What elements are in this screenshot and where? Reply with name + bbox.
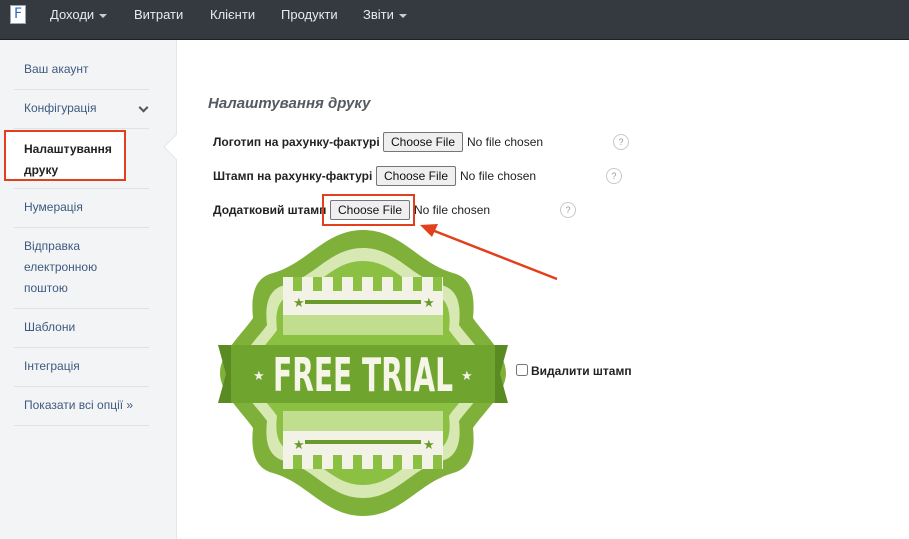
logo-choose-file-button[interactable]: Choose File [383, 132, 463, 152]
chevron-down-icon [138, 102, 149, 113]
sidebar-item-label: Шаблони [24, 320, 76, 334]
nav-reports-label: Звіти [363, 7, 394, 22]
help-icon[interactable]: ? [613, 134, 629, 150]
star-icon: ★ [461, 369, 473, 384]
remove-stamp-checkbox[interactable] [516, 364, 528, 376]
remove-stamp-option[interactable]: Видалити штамп [516, 364, 632, 378]
page-title: Налаштування друку [208, 95, 371, 112]
extra-stamp-file-status: No file chosen [414, 203, 491, 217]
star-icon: ★ [253, 369, 265, 384]
nav-expenses-label: Витрати [134, 7, 184, 22]
nav-expenses[interactable]: Витрати [134, 0, 183, 30]
sidebar-item-print-settings[interactable]: Налаштування друку [4, 130, 126, 181]
sidebar-item-account[interactable]: Ваш акаунт [14, 51, 149, 90]
nav-products[interactable]: Продукти [281, 0, 338, 30]
sidebar-item-label: Конфігурація [24, 101, 97, 115]
stamp-upload-label: Штамп на рахунку-фактурі [213, 169, 373, 183]
sidebar-item-numbering[interactable]: Нумерація [14, 189, 149, 228]
logo-file-status: No file chosen [467, 135, 544, 149]
sidebar-item-templates[interactable]: Шаблони [14, 309, 149, 348]
sidebar-item-label: Нумерація [24, 200, 83, 214]
sidebar-item-label: Відправка електронною поштою [24, 239, 98, 295]
chevron-down-icon [99, 13, 108, 18]
chevron-down-icon [398, 13, 407, 18]
sidebar-item-show-all[interactable]: Показати всі опції » [14, 387, 149, 426]
stamp-choose-file-button[interactable]: Choose File [376, 166, 456, 186]
help-icon[interactable]: ? [606, 168, 622, 184]
star-icon: ★ [423, 296, 435, 311]
help-icon[interactable]: ? [560, 202, 576, 218]
nav-income[interactable]: Доходи [50, 0, 108, 30]
sidebar-item-label: Ваш акаунт [24, 62, 89, 76]
top-navbar: F Доходи Витрати Клієнти Продукти Звіти [0, 0, 909, 40]
nav-products-label: Продукти [281, 7, 338, 22]
sidebar-item-integration[interactable]: Інтеграція [14, 348, 149, 387]
sidebar-item-email[interactable]: Відправка електронною поштою [14, 228, 149, 309]
star-icon: ★ [293, 296, 305, 311]
sidebar-item-label: Показати всі опції » [24, 398, 134, 412]
extra-stamp-label: Додатковий штамп [213, 203, 327, 217]
star-icon: ★ [293, 438, 305, 453]
badge-text: FREE TRIAL [273, 348, 453, 402]
star-icon: ★ [423, 438, 435, 453]
sidebar-item-label: Інтеграція [24, 359, 80, 373]
sidebar-item-configuration[interactable]: Конфігурація [14, 90, 149, 129]
logo-upload-label: Логотип на рахунку-фактурі [213, 135, 380, 149]
stamp-preview-image: ★ ★ ★ ★ FREE TRIAL ★ ★ [218, 230, 508, 516]
remove-stamp-label: Видалити штамп [531, 364, 632, 378]
nav-income-label: Доходи [50, 7, 95, 22]
app-logo[interactable]: F [10, 5, 26, 24]
nav-reports[interactable]: Звіти [363, 0, 407, 30]
stamp-file-status: No file chosen [460, 169, 537, 183]
sidebar-item-label: Налаштування друку [24, 142, 112, 177]
nav-clients-label: Клієнти [210, 7, 256, 22]
nav-clients[interactable]: Клієнти [210, 0, 255, 30]
highlight-annotation-box [322, 194, 415, 226]
settings-sidebar: Ваш акаунт Конфігурація Нумерація Відпра… [0, 40, 177, 539]
